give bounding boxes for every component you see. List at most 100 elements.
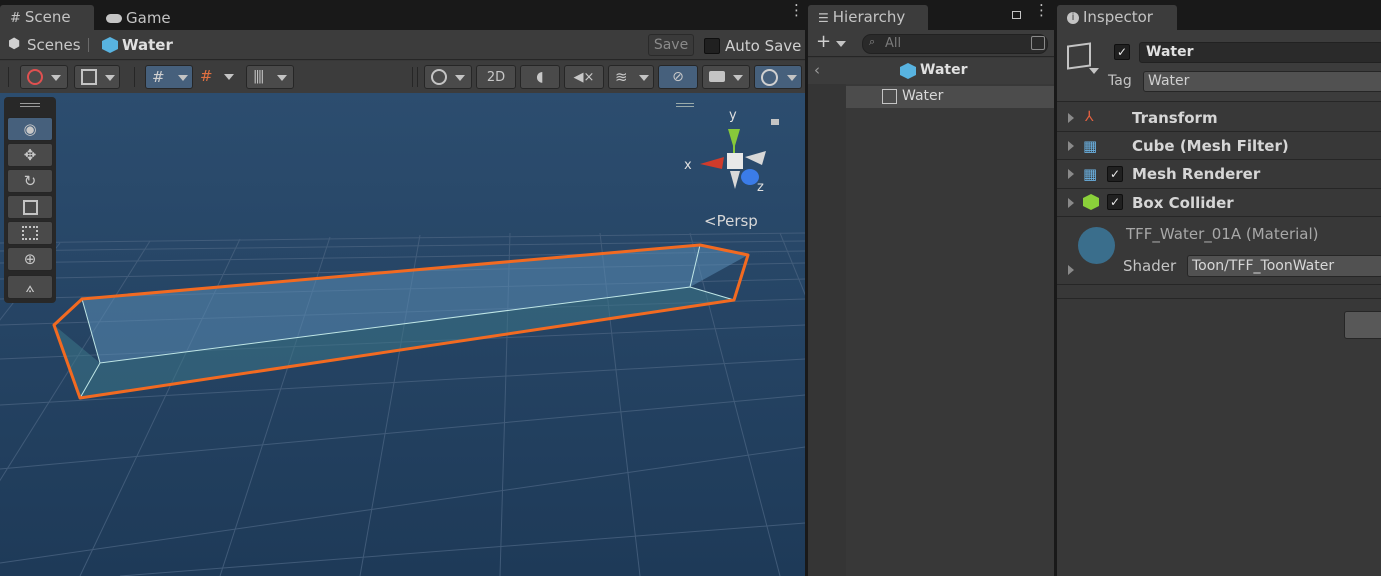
component-transform[interactable]: ⅄ Transform [1057,104,1381,131]
breadcrumb-object[interactable]: Water [122,36,173,54]
speaker-mute-icon: ◀× [573,69,595,85]
projection-toggle[interactable]: <Persp [704,212,758,230]
breadcrumb-root[interactable]: Scenes [27,36,81,54]
material-expand-arrow-icon[interactable] [1068,265,1074,275]
lightbulb-icon: ◖ [536,69,544,85]
box-collider-icon [1083,194,1099,210]
transform-icon: ⅄ [1085,109,1094,125]
draw-mode-dropdown[interactable] [20,65,68,89]
tab-inspector[interactable]: i Inspector [1057,5,1177,30]
expand-arrow-icon[interactable] [1068,169,1074,179]
tab-game[interactable]: Game [96,6,181,30]
view-tool-button[interactable]: ◉ [7,117,53,141]
target-icon [27,69,43,85]
overlay-drag-handle[interactable] [20,103,40,107]
move-arrows-icon: ✥ [23,146,37,164]
mesh-grid-icon: ▦ [1083,137,1098,155]
lock-icon[interactable] [771,119,779,125]
scale-tool-button[interactable] [7,195,53,219]
lock-icon[interactable] [1012,11,1021,19]
custom-tool-button[interactable]: ⟑ [7,275,53,299]
scale-icon [22,199,38,215]
shader-dropdown[interactable]: Toon/TFF_ToonWater [1187,255,1381,277]
custom-tool-icon: ⟑ [25,278,35,296]
rect-tool-button[interactable] [7,221,53,245]
save-button[interactable]: Save [648,34,694,56]
shading-mode-dropdown[interactable] [424,65,472,89]
camera-dropdown[interactable] [702,65,750,89]
hierarchy-gutter [808,84,846,576]
layers-icon: ≋ [615,68,628,86]
expand-arrow-icon[interactable] [1068,198,1074,208]
scene-panel: # Scene Game ⋮ ⬢ Scenes Water Save Auto S… [0,0,805,576]
component-mesh-filter[interactable]: ▦ Cube (Mesh Filter) [1057,132,1381,159]
back-chevron-icon[interactable]: ‹ [814,61,820,79]
toggle-2d-button[interactable]: 2D [476,65,516,89]
scene-visibility-toggle[interactable]: ⊘ [658,65,698,89]
add-object-button[interactable]: + [816,32,848,54]
shader-label: Shader [1123,257,1177,275]
camera-icon [709,71,725,82]
move-tool-button[interactable]: ✥ [7,143,53,167]
component-title: Mesh Renderer [1132,165,1261,183]
render-mode-dropdown[interactable] [74,65,120,89]
active-checkbox[interactable]: ✓ [1114,44,1130,60]
increment-snap-icon: # [200,67,213,85]
tools-overlay: ◉ ✥ ↻ ⊕ ⟑ [4,97,56,303]
search-placeholder: All [885,36,902,51]
add-component-button[interactable] [1344,311,1381,339]
expand-arrow-icon[interactable] [1068,141,1074,151]
hierarchy-panel: ☰ Hierarchy ⋮ + ⌕ All ‹ Water Water [808,0,1054,576]
prefab-cube-icon [900,63,916,79]
gizmo-center-cube [727,153,743,169]
hierarchy-scene-header[interactable]: ‹ Water [808,58,1054,84]
mesh-renderer-enabled-checkbox[interactable]: ✓ [1107,166,1123,182]
auto-save-checkbox[interactable] [704,38,720,54]
gamepad-icon [106,14,122,23]
scene-viewport[interactable]: x y z <Persp ◉ ✥ ↻ ⊕ ⟑ [0,93,805,576]
grid-visibility-dropdown[interactable]: |||| [246,65,294,89]
hierarchy-item-label: Water [902,88,944,104]
lighting-toggle[interactable]: ◖ [520,65,560,89]
search-icon: ⌕ [869,35,876,48]
expand-arrow-icon[interactable] [1068,113,1074,123]
component-title: Box Collider [1132,194,1234,212]
box-collider-enabled-checkbox[interactable]: ✓ [1107,194,1123,210]
material-preview-sphere [1078,227,1115,264]
effects-dropdown[interactable]: ≋ [608,65,654,89]
unity-scenes-icon: ⬢ [8,36,21,52]
breadcrumb-separator [88,38,89,52]
tag-dropdown[interactable]: Water [1143,71,1381,92]
breadcrumb-bar: ⬢ Scenes Water Save Auto Save [0,30,805,60]
more-options-icon[interactable]: ⋮ [789,3,804,18]
scene-toolbar: # # |||| 2D ◖ ◀× ≋ ⊘ [0,61,805,93]
tab-hierarchy[interactable]: ☰ Hierarchy [808,5,928,30]
search-options-icon[interactable] [1031,36,1045,50]
more-options-icon[interactable]: ⋮ [1034,3,1049,18]
gizmo-z-label: z [757,180,764,195]
increment-snap-dropdown[interactable]: # [198,65,240,89]
audio-toggle[interactable]: ◀× [564,65,604,89]
rect-transform-icon [22,226,38,240]
eye-icon: ◉ [23,120,37,138]
grid-snap-toggle[interactable]: # [145,65,193,89]
search-input[interactable]: ⌕ All [862,34,1048,54]
object-name-field[interactable]: Water [1139,42,1381,63]
transform-tool-button[interactable]: ⊕ [7,247,53,271]
tab-scene[interactable]: # Scene [0,5,94,30]
overlay-handle[interactable] [676,103,694,107]
cube-prefab-icon [102,37,118,53]
rotate-tool-button[interactable]: ↻ [7,169,53,193]
component-mesh-renderer[interactable]: ▦ ✓ Mesh Renderer [1057,160,1381,188]
cube-icon [882,89,897,104]
icon-dropdown-icon[interactable] [1089,68,1099,74]
component-title: Transform [1132,109,1218,127]
component-box-collider[interactable]: ✓ Box Collider [1057,189,1381,216]
tag-label: Tag [1108,73,1132,89]
hierarchy-item[interactable]: Water [846,86,1054,108]
info-icon: i [1067,11,1079,24]
gizmos-dropdown[interactable] [754,65,802,89]
cube-outline-icon [81,69,97,85]
sphere-shading-icon [431,69,447,85]
inspector-tab-bar: i Inspector [1057,0,1381,30]
